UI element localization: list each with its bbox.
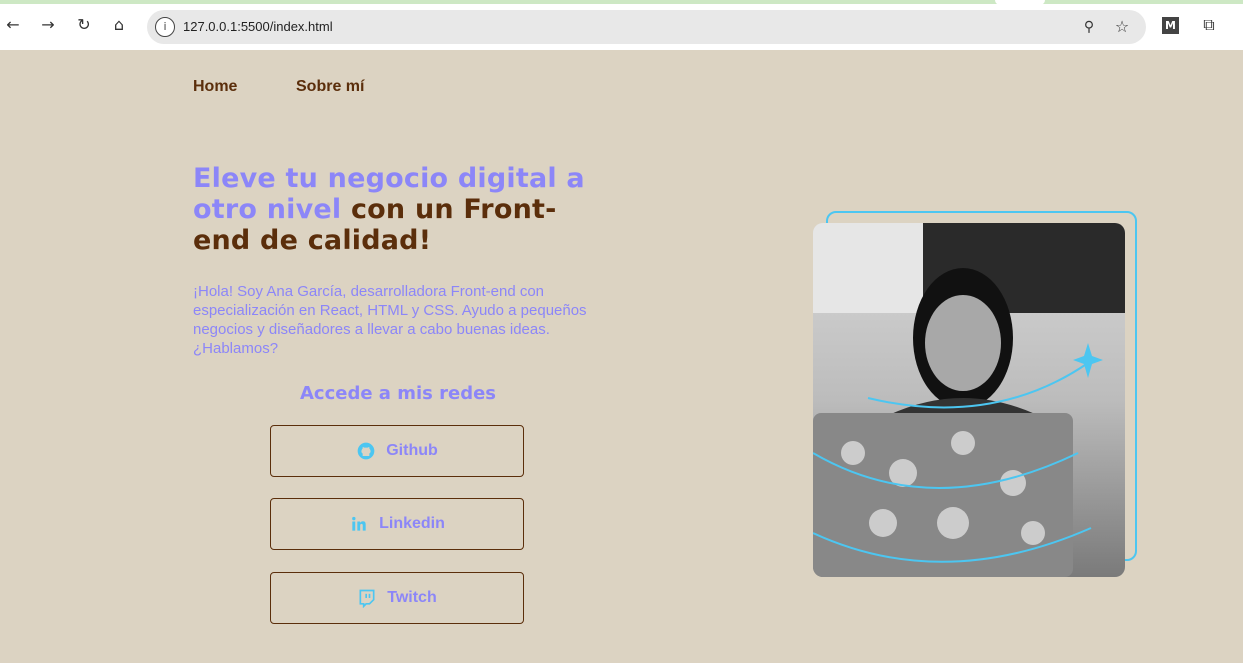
- linkedin-label: Linkedin: [379, 515, 445, 532]
- github-label: Github: [386, 442, 438, 459]
- tab-strip: [0, 0, 1243, 4]
- tab-gap: [995, 0, 1045, 5]
- page: Home Sobre mí Eleve tu negocio digital a…: [0, 50, 1243, 663]
- twitch-icon: [359, 589, 375, 608]
- github-icon: [357, 442, 375, 460]
- linkedin-button[interactable]: Linkedin: [270, 498, 524, 550]
- browser-toolbar: ← → ↻ ⌂ i 127.0.0.1:5500/index.html ⚲ ☆ …: [0, 0, 1243, 50]
- back-icon[interactable]: ←: [2, 14, 24, 36]
- hero-title: Eleve tu negocio digital a otro nivel co…: [193, 163, 613, 256]
- address-bar[interactable]: i 127.0.0.1:5500/index.html ⚲ ☆: [147, 10, 1146, 44]
- extensions-puzzle-icon[interactable]: ⧉: [1198, 14, 1220, 36]
- extension-m-icon[interactable]: M: [1162, 17, 1179, 34]
- site-info-icon[interactable]: i: [155, 17, 175, 37]
- twitch-button[interactable]: Twitch: [270, 572, 524, 624]
- url-text[interactable]: 127.0.0.1:5500/index.html: [183, 19, 333, 34]
- home-icon[interactable]: ⌂: [108, 14, 130, 36]
- social-heading: Accede a mis redes: [299, 383, 497, 404]
- twitch-label: Twitch: [387, 589, 437, 606]
- forward-icon[interactable]: →: [37, 14, 59, 36]
- reload-icon[interactable]: ↻: [73, 14, 95, 36]
- zoom-icon[interactable]: ⚲: [1078, 16, 1100, 38]
- github-button[interactable]: Github: [270, 425, 524, 477]
- nav-sobre-mi[interactable]: Sobre mí: [296, 78, 364, 96]
- bookmark-star-icon[interactable]: ☆: [1111, 16, 1133, 38]
- hero-intro: ¡Hola! Soy Ana García, desarrolladora Fr…: [193, 283, 587, 357]
- linkedin-icon: [352, 516, 366, 531]
- profile-photo: [813, 223, 1125, 577]
- nav-home[interactable]: Home: [193, 78, 237, 96]
